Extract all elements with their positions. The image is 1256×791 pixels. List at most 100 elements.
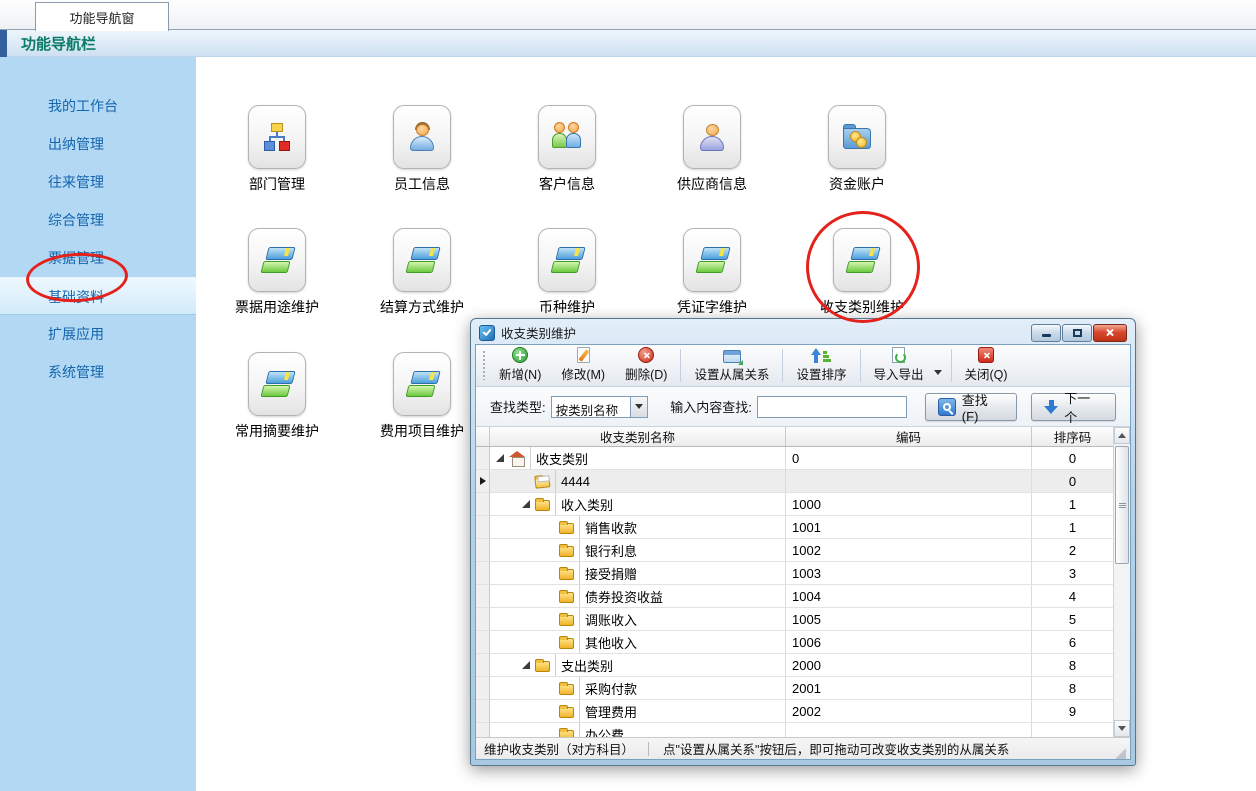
- column-header-sort[interactable]: 排序码: [1032, 427, 1113, 446]
- dialog-titlebar[interactable]: 收支类别维护: [475, 319, 1131, 344]
- table-row[interactable]: 支出类别 2000 8: [476, 654, 1113, 677]
- close-dialog-button[interactable]: 关闭(Q): [955, 345, 1018, 386]
- table-row[interactable]: 采购付款 2001 8: [476, 677, 1113, 700]
- table-row-partial[interactable]: 办公费: [476, 723, 1113, 737]
- minimize-button[interactable]: [1031, 324, 1061, 342]
- expand-icon[interactable]: [522, 661, 530, 669]
- supplier-icon: [683, 105, 741, 169]
- next-button[interactable]: 下一个: [1031, 393, 1116, 421]
- folder-icon: [535, 661, 550, 672]
- select-dropdown-button[interactable]: [630, 397, 647, 417]
- table-row-selected[interactable]: 4444 0: [476, 470, 1113, 493]
- delete-button[interactable]: 删除(D): [615, 345, 677, 386]
- dialog-toolbar: 新增(N) 修改(M) 删除(D) 设置从属关系 设置排序: [476, 345, 1130, 387]
- dialog-app-icon: [479, 325, 495, 341]
- search-input[interactable]: [757, 396, 907, 418]
- expand-icon[interactable]: [496, 454, 504, 462]
- toolbar-separator: [680, 349, 681, 382]
- status-separator: [648, 742, 649, 756]
- vertical-scrollbar[interactable]: [1113, 427, 1130, 737]
- app-supplier-info[interactable]: 供应商信息: [652, 105, 772, 194]
- toolbar-grip: [481, 351, 486, 380]
- column-header-name[interactable]: 收支类别名称: [490, 427, 786, 446]
- close-button[interactable]: [1093, 324, 1127, 342]
- table-row[interactable]: 其他收入 1006 6: [476, 631, 1113, 654]
- table-header: 收支类别名称 编码 排序码: [476, 427, 1113, 447]
- row-selector: [476, 493, 490, 516]
- app-income-expense-category[interactable]: 收支类别维护: [802, 228, 922, 317]
- app-capital-accounts[interactable]: 资金账户: [797, 105, 917, 194]
- resize-grip[interactable]: [1115, 748, 1126, 759]
- row-selector: [476, 470, 490, 493]
- sidebar-item-my-workbench[interactable]: 我的工作台: [0, 87, 196, 125]
- employee-icon: [393, 105, 451, 169]
- search-type-select[interactable]: 按类别名称: [551, 396, 649, 418]
- column-header-code[interactable]: 编码: [786, 427, 1032, 446]
- arrow-down-icon: [1044, 400, 1058, 414]
- edit-button[interactable]: 修改(M): [551, 345, 615, 386]
- row-selector: [476, 654, 490, 677]
- toolbar-separator: [860, 349, 861, 382]
- sidebar-item-contacts[interactable]: 往来管理: [0, 163, 196, 201]
- app-common-summary[interactable]: 常用摘要维护: [217, 352, 337, 441]
- set-relation-button[interactable]: 设置从属关系: [684, 345, 779, 386]
- table-row[interactable]: 管理费用 2002 9: [476, 700, 1113, 723]
- sort-icon: [811, 347, 831, 363]
- folder-icon: [559, 730, 574, 737]
- sidebar-item-bills[interactable]: 票据管理: [0, 239, 196, 277]
- search-type-label: 查找类型:: [490, 397, 546, 416]
- tab-function-nav[interactable]: 功能导航窗: [35, 2, 169, 31]
- category-table: 收支类别名称 编码 排序码 收支类别 0 0: [476, 427, 1130, 737]
- app-settlement-method[interactable]: 结算方式维护: [362, 228, 482, 317]
- table-row[interactable]: 收入类别 1000 1: [476, 493, 1113, 516]
- app-currency-maintenance[interactable]: 币种维护: [507, 228, 627, 317]
- books-icon: [538, 228, 596, 292]
- status-text-left: 维护收支类别（对方科目）: [484, 739, 634, 758]
- add-button[interactable]: 新增(N): [489, 345, 551, 386]
- row-selector: [476, 447, 490, 470]
- table-row[interactable]: 收支类别 0 0: [476, 447, 1113, 470]
- toolbar-separator: [782, 349, 783, 382]
- scroll-down-button[interactable]: [1114, 720, 1130, 737]
- sidebar-item-system[interactable]: 系统管理: [0, 353, 196, 391]
- sidebar-item-general[interactable]: 综合管理: [0, 201, 196, 239]
- folder-icon: [559, 569, 574, 580]
- row-selector: [476, 631, 490, 654]
- maximize-button[interactable]: [1062, 324, 1092, 342]
- sidebar-item-basic-data[interactable]: 基础资料: [0, 277, 196, 315]
- org-chart-icon: [248, 105, 306, 169]
- expand-icon[interactable]: [522, 500, 530, 508]
- app-bill-purpose[interactable]: 票据用途维护: [217, 228, 337, 317]
- app-department-management[interactable]: 部门管理: [217, 105, 337, 194]
- table-row[interactable]: 销售收款 1001 1: [476, 516, 1113, 539]
- find-button[interactable]: 查找(F): [925, 393, 1017, 421]
- dialog-title: 收支类别维护: [501, 323, 1025, 342]
- folder-icon: [559, 592, 574, 603]
- sidebar-item-extensions[interactable]: 扩展应用: [0, 315, 196, 353]
- scroll-up-icon: [1118, 433, 1126, 438]
- import-export-button[interactable]: 导入导出: [864, 345, 934, 386]
- import-export-dropdown-caret[interactable]: [934, 370, 942, 375]
- folder-icon: [559, 523, 574, 534]
- folder-open-icon: [534, 476, 550, 489]
- scrollbar-track[interactable]: [1114, 444, 1130, 720]
- app-voucher-word[interactable]: 凭证字维护: [652, 228, 772, 317]
- close-icon: [1106, 328, 1115, 337]
- set-sort-button[interactable]: 设置排序: [786, 345, 856, 386]
- money-folder-icon: [828, 105, 886, 169]
- scroll-up-button[interactable]: [1114, 427, 1130, 444]
- customers-icon: [538, 105, 596, 169]
- header-accent-bar: [0, 30, 7, 57]
- row-selector: [476, 700, 490, 723]
- table-row[interactable]: 银行利息 1002 2: [476, 539, 1113, 562]
- table-row[interactable]: 债券投资收益 1004 4: [476, 585, 1113, 608]
- scrollbar-thumb[interactable]: [1115, 446, 1129, 564]
- row-selector: [476, 608, 490, 631]
- app-employee-info[interactable]: 员工信息: [362, 105, 482, 194]
- table-row[interactable]: 接受捐赠 1003 3: [476, 562, 1113, 585]
- sidebar-item-cashier[interactable]: 出纳管理: [0, 125, 196, 163]
- app-expense-item[interactable]: 费用项目维护: [362, 352, 482, 441]
- tab-label: 功能导航窗: [69, 8, 134, 27]
- table-row[interactable]: 调账收入 1005 5: [476, 608, 1113, 631]
- app-customer-info[interactable]: 客户信息: [507, 105, 627, 194]
